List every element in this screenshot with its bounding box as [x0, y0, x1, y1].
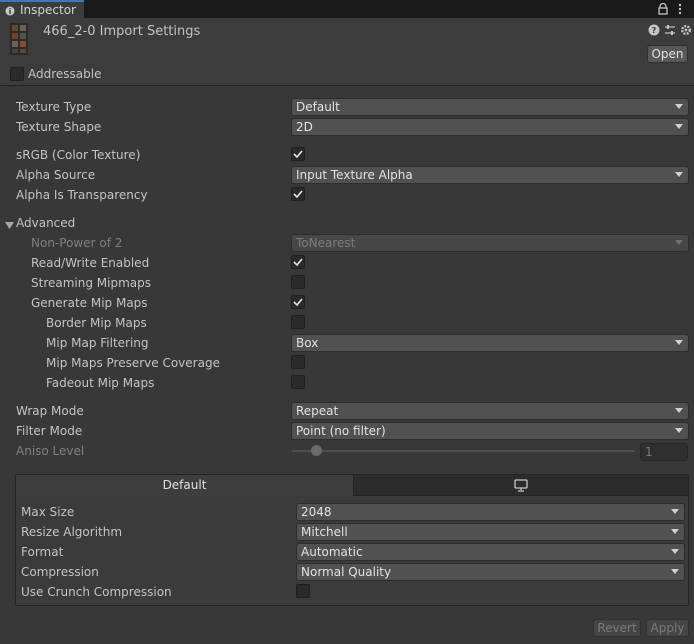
wrap-mode-dropdown[interactable]: Repeat [291, 402, 689, 420]
aniso-level-slider-thumb [311, 445, 322, 456]
srgb-label: sRGB (Color Texture) [16, 148, 141, 162]
tab-bar [0, 0, 694, 18]
checkmark-icon [293, 258, 303, 267]
chevron-down-icon [675, 428, 683, 433]
kebab-icon[interactable] [675, 2, 685, 16]
non-power-of-2-dropdown: ToNearest [291, 234, 689, 252]
format-dropdown[interactable]: Automatic [296, 543, 685, 561]
read-write-checkbox[interactable] [291, 255, 305, 269]
gear-icon[interactable] [680, 24, 692, 36]
monitor-icon [514, 479, 528, 492]
tab-label: Inspector [20, 3, 76, 17]
alpha-is-transparency-checkbox[interactable] [291, 187, 305, 201]
chevron-down-icon [675, 240, 683, 245]
revert-button[interactable]: Revert [593, 619, 641, 637]
tab-standalone-platform[interactable] [354, 475, 688, 496]
alpha-source-label: Alpha Source [16, 168, 96, 182]
compression-value: Normal Quality [301, 565, 392, 579]
filter-mode-dropdown[interactable]: Point (no filter) [291, 422, 689, 440]
advanced-foldout-label[interactable]: Advanced [16, 216, 75, 230]
format-label: Format [21, 545, 64, 559]
resize-algorithm-value: Mitchell [301, 525, 348, 539]
chevron-down-icon [671, 529, 679, 534]
texture-type-label: Texture Type [16, 100, 92, 114]
texture-thumbnail [10, 23, 28, 55]
non-power-of-2-label: Non-Power of 2 [31, 236, 123, 250]
texture-shape-dropdown[interactable]: 2D [291, 118, 689, 136]
chevron-down-icon [675, 104, 683, 109]
streaming-mipmaps-label: Streaming Mipmaps [31, 276, 152, 290]
chevron-down-icon [675, 408, 683, 413]
compression-dropdown[interactable]: Normal Quality [296, 563, 685, 581]
fadeout-mip-maps-label: Fadeout Mip Maps [46, 376, 155, 390]
texture-type-value: Default [296, 100, 340, 114]
tab-default-platform[interactable]: Default [16, 475, 354, 496]
non-power-of-2-value: ToNearest [296, 236, 356, 250]
chevron-down-icon [671, 569, 679, 574]
max-size-value: 2048 [301, 505, 332, 519]
crunch-compression-label: Use Crunch Compression [21, 585, 172, 599]
checkmark-icon [293, 150, 303, 159]
crunch-compression-checkbox[interactable] [296, 584, 310, 598]
chevron-down-icon [671, 509, 679, 514]
addressable-checkbox[interactable] [10, 67, 24, 81]
alpha-is-transparency-label: Alpha Is Transparency [16, 188, 148, 202]
svg-text:?: ? [652, 26, 657, 35]
mip-map-filtering-dropdown[interactable]: Box [291, 334, 689, 352]
mip-map-filtering-value: Box [296, 336, 319, 350]
texture-type-dropdown[interactable]: Default [291, 98, 689, 116]
texture-shape-label: Texture Shape [16, 120, 102, 134]
texture-shape-value: 2D [296, 120, 313, 134]
border-mip-maps-label: Border Mip Maps [46, 316, 147, 330]
checkmark-icon [293, 190, 303, 199]
border-mip-maps-checkbox[interactable] [291, 315, 305, 329]
aniso-level-field: 1 [640, 443, 688, 461]
help-icon[interactable]: ? [648, 24, 660, 36]
chevron-down-icon [675, 172, 683, 177]
filter-mode-label: Filter Mode [16, 424, 83, 438]
presets-icon[interactable] [664, 24, 676, 36]
tab-inspector[interactable]: Inspector [0, 0, 84, 18]
filter-mode-value: Point (no filter) [296, 424, 386, 438]
fadeout-mip-maps-checkbox[interactable] [291, 375, 305, 389]
alpha-source-dropdown[interactable]: Input Texture Alpha [291, 166, 689, 184]
foldout-arrow-icon[interactable] [5, 219, 14, 229]
mip-map-filtering-label: Mip Map Filtering [46, 336, 149, 350]
apply-button[interactable]: Apply [646, 619, 689, 637]
chevron-down-icon [671, 549, 679, 554]
aniso-level-slider-track [292, 450, 635, 452]
read-write-label: Read/Write Enabled [31, 256, 150, 270]
mip-maps-preserve-coverage-label: Mip Maps Preserve Coverage [46, 356, 220, 370]
generate-mip-maps-checkbox[interactable] [291, 295, 305, 309]
max-size-dropdown[interactable]: 2048 [296, 503, 685, 521]
resize-algorithm-dropdown[interactable]: Mitchell [296, 523, 685, 541]
streaming-mipmaps-checkbox[interactable] [291, 275, 305, 289]
format-value: Automatic [301, 545, 363, 559]
generate-mip-maps-label: Generate Mip Maps [31, 296, 148, 310]
alpha-source-value: Input Texture Alpha [296, 168, 413, 182]
chevron-down-icon [675, 340, 683, 345]
compression-label: Compression [21, 565, 99, 579]
max-size-label: Max Size [21, 505, 75, 519]
header-title: 466_2-0 Import Settings [43, 24, 201, 39]
addressable-label: Addressable [28, 67, 102, 81]
chevron-down-icon [675, 124, 683, 129]
wrap-mode-label: Wrap Mode [16, 404, 84, 418]
mip-maps-preserve-coverage-checkbox[interactable] [291, 355, 305, 369]
info-icon [5, 5, 15, 16]
aniso-level-label: Aniso Level [16, 444, 85, 458]
checkmark-icon [293, 298, 303, 307]
open-button[interactable]: Open [647, 45, 688, 63]
lock-icon[interactable] [656, 2, 670, 16]
wrap-mode-value: Repeat [296, 404, 339, 418]
addressable-row [0, 64, 694, 86]
resize-algorithm-label: Resize Algorithm [21, 525, 123, 539]
srgb-checkbox[interactable] [291, 147, 305, 161]
